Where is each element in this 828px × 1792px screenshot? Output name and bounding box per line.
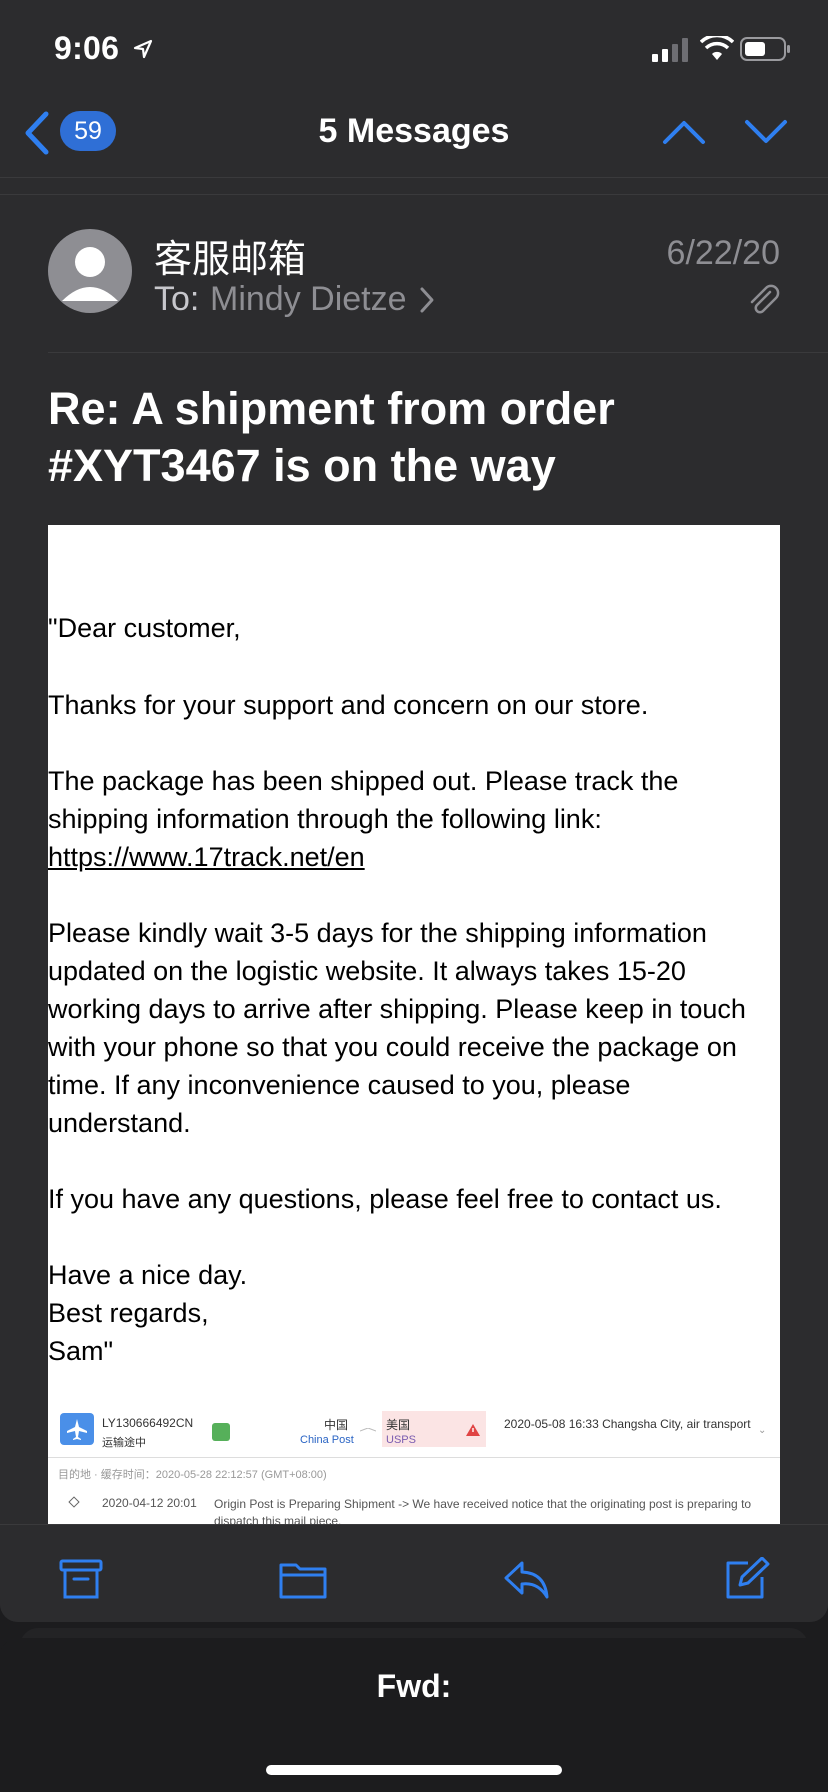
tracking-status: 运输途中	[102, 1437, 146, 1449]
route-arrow-icon	[360, 1428, 376, 1432]
message-toolbar	[0, 1524, 828, 1622]
message-date: 6/22/20	[666, 234, 780, 272]
person-icon	[62, 247, 118, 301]
divider	[48, 1457, 780, 1458]
next-message-chevron-down-icon[interactable]	[744, 118, 788, 146]
draft-title[interactable]: Fwd:	[0, 1668, 828, 1705]
body-link-line: https://www.17track.net/en	[48, 838, 780, 876]
tracking-link[interactable]: https://www.17track.net/en	[48, 842, 365, 872]
cellular-signal-icon	[652, 38, 688, 62]
home-indicator[interactable]	[266, 1765, 562, 1775]
body-paragraph: The package has been shipped out. Please…	[48, 766, 679, 834]
sender-avatar[interactable]	[48, 229, 132, 313]
body-paragraph: If you have any questions, please feel f…	[48, 1184, 722, 1214]
event-time: 2020-04-12 20:01	[102, 1496, 197, 1510]
email-subject: Re: A shipment from order #XYT3467 is on…	[48, 383, 615, 491]
timeline-dot-icon	[68, 1496, 80, 1508]
body-greeting: "Dear customer,	[48, 613, 241, 643]
chevron-right-icon[interactable]	[418, 286, 436, 314]
airplane-icon	[60, 1413, 94, 1445]
location-arrow-icon	[133, 39, 153, 59]
mail-sheet: 9:06 59 5 Messages 客服邮箱 To: Mindy Dietze…	[0, 0, 828, 1622]
attachment-paperclip-icon	[750, 284, 780, 314]
status-bar: 9:06	[0, 0, 828, 100]
previous-message-chevron-up-icon[interactable]	[662, 118, 706, 146]
body-paragraph: Please kindly wait 3-5 days for the ship…	[48, 918, 746, 1138]
event-text: Origin Post is Preparing Shipment -> We …	[214, 1497, 752, 1524]
email-body: "Dear customer, Thanks for your support …	[48, 525, 780, 1524]
body-closing: Best regards,	[48, 1298, 209, 1328]
compose-icon[interactable]	[722, 1557, 770, 1601]
destination-country: 美国	[386, 1418, 411, 1432]
folder-icon[interactable]	[279, 1557, 327, 1601]
divider	[0, 194, 828, 195]
status-time: 9:06	[54, 30, 120, 66]
archive-icon[interactable]	[57, 1557, 105, 1601]
battery-icon	[740, 37, 790, 61]
warning-icon	[466, 1424, 480, 1436]
destination-carrier: USPS	[386, 1434, 416, 1446]
body-paragraph: Thanks for your support and concern on o…	[48, 690, 649, 720]
to-label: To:	[154, 280, 200, 318]
wifi-icon	[700, 36, 734, 60]
origin-country: 中国	[324, 1418, 349, 1432]
body-closing: Have a nice day.	[48, 1260, 248, 1290]
expand-icon: ⌄	[758, 1425, 767, 1436]
carrier-logo-icon	[212, 1423, 230, 1441]
divider	[48, 352, 828, 353]
latest-event: 2020-05-08 16:33 Changsha City, air tran…	[504, 1417, 751, 1431]
reply-icon[interactable]	[502, 1557, 550, 1601]
tracking-number: LY130666492CN	[102, 1416, 194, 1430]
origin-carrier: China Post	[300, 1434, 354, 1446]
recipient-name[interactable]: Mindy Dietze	[210, 280, 407, 319]
sender-name[interactable]: 客服邮箱	[154, 228, 306, 283]
body-signature: Sam"	[48, 1336, 114, 1366]
destination-cache-line: 目的地 · 缓存时间：2020-05-28 22:12:57 (GMT+08:0…	[58, 1469, 327, 1481]
